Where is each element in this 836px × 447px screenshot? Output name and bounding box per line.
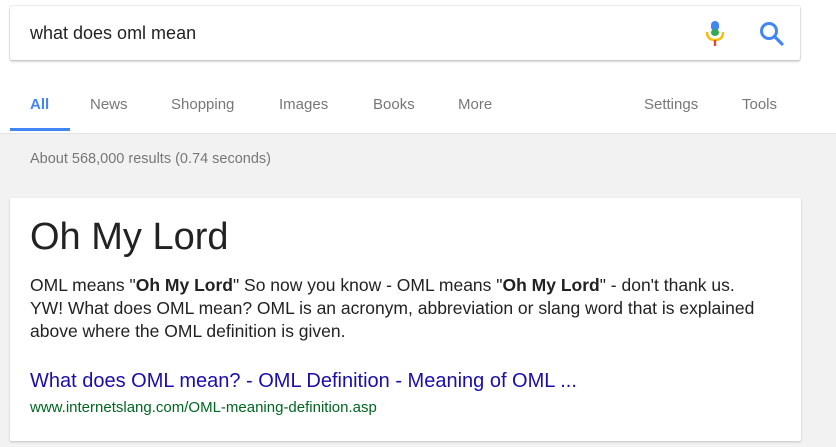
search-box[interactable] — [10, 6, 800, 60]
result-link[interactable]: What does OML mean? - OML Definition - M… — [30, 370, 577, 393]
tab-all[interactable]: All — [30, 96, 49, 113]
snippet-part: OML means " — [30, 275, 136, 295]
tab-more[interactable]: More — [458, 96, 492, 113]
tab-news[interactable]: News — [90, 96, 128, 113]
tab-tools[interactable]: Tools — [742, 96, 777, 113]
snippet-bold: Oh My Lord — [135, 275, 233, 295]
tab-books[interactable]: Books — [373, 96, 415, 113]
result-url: www.internetslang.com/OML-meaning-defini… — [30, 399, 377, 416]
tab-settings[interactable]: Settings — [644, 96, 698, 113]
microphone-icon[interactable] — [702, 20, 728, 48]
tab-shopping[interactable]: Shopping — [171, 96, 234, 113]
answer-title: Oh My Lord — [30, 216, 229, 258]
snippet-text: OML means "Oh My Lord" So now you know -… — [30, 274, 770, 343]
snippet-part: " So now you know - OML means " — [232, 275, 503, 295]
search-input[interactable] — [30, 16, 670, 50]
search-icon[interactable] — [758, 20, 786, 48]
active-tab-indicator — [10, 128, 70, 131]
snippet-bold: Oh My Lord — [502, 275, 600, 295]
header: All News Shopping Images Books More Sett… — [0, 0, 836, 134]
featured-snippet-card: Oh My Lord OML means "Oh My Lord" So now… — [10, 198, 801, 441]
result-stats: About 568,000 results (0.74 seconds) — [30, 151, 272, 167]
tab-images[interactable]: Images — [279, 96, 328, 113]
